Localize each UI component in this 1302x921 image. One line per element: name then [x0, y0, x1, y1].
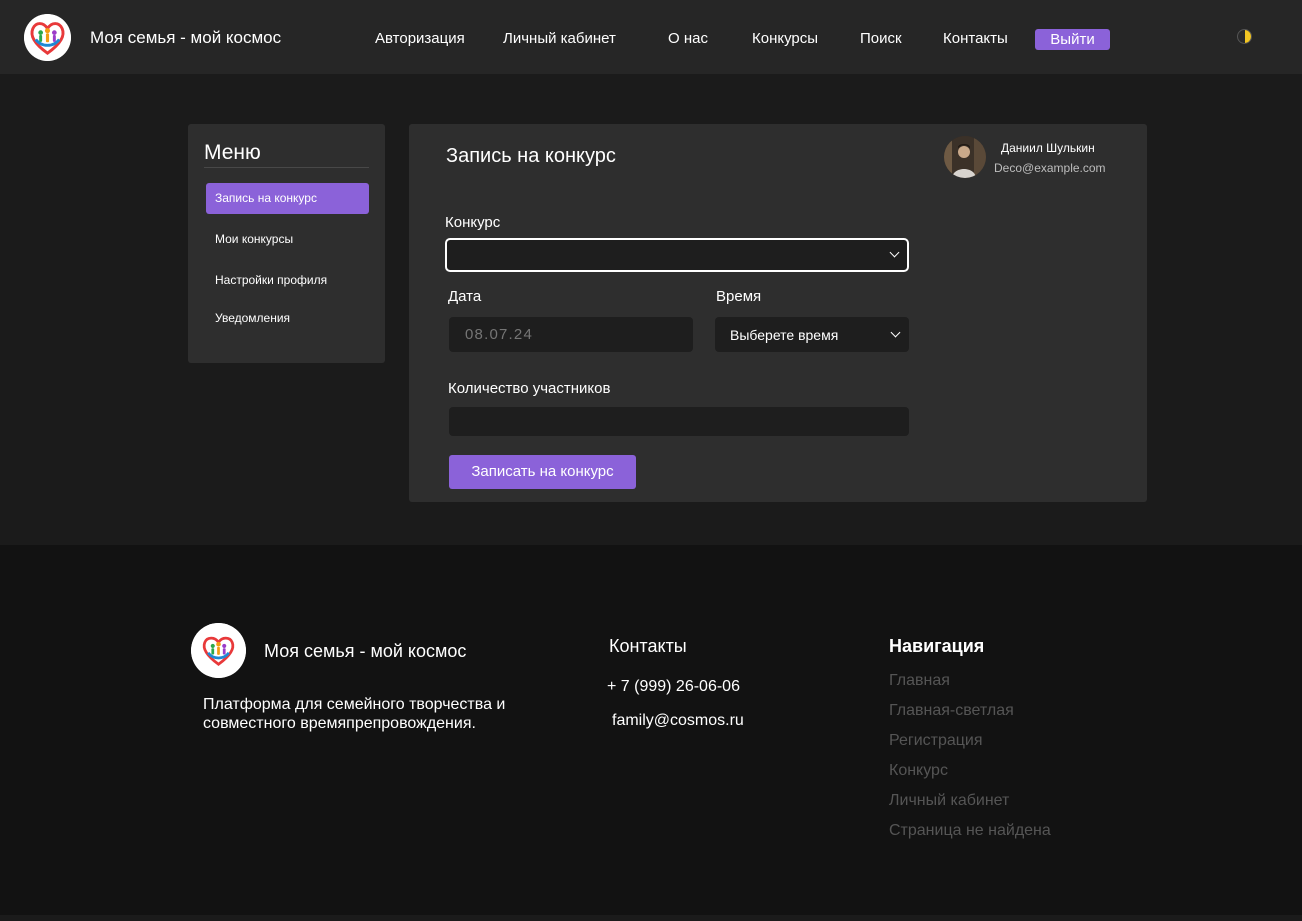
- footer-nav-registration[interactable]: Регистрация: [889, 732, 983, 750]
- nav-link-about[interactable]: О нас: [668, 30, 708, 47]
- sidebar-item-notifications[interactable]: Уведомления: [206, 303, 369, 334]
- footer-nav-cabinet[interactable]: Личный кабинет: [889, 792, 1009, 810]
- logout-button[interactable]: Выйти: [1035, 29, 1110, 50]
- sun-half-icon: [1244, 30, 1251, 43]
- avatar[interactable]: [944, 136, 986, 178]
- date-label: Дата: [448, 288, 482, 305]
- user-email: Deco@example.com: [994, 161, 1106, 175]
- sidebar-item-profile-settings[interactable]: Настройки профиля: [206, 265, 369, 296]
- participants-input[interactable]: [449, 407, 909, 436]
- nav-link-contacts[interactable]: Контакты: [943, 30, 1008, 47]
- submit-signup-button[interactable]: Записать на конкурс: [449, 455, 636, 489]
- chevron-down-icon: [890, 327, 901, 338]
- contest-select[interactable]: [445, 238, 909, 272]
- sidebar-item-my-contests[interactable]: Мои конкурсы: [206, 224, 369, 255]
- menu-divider: [204, 167, 369, 168]
- nav-link-contests[interactable]: Конкурсы: [752, 30, 818, 47]
- footer-description: Платформа для семейного творчества и сов…: [203, 696, 506, 732]
- theme-toggle-icon[interactable]: [1237, 29, 1252, 44]
- footer-nav-home[interactable]: Главная: [889, 672, 950, 690]
- chevron-down-icon: [889, 247, 900, 258]
- page-title: Запись на конкурс: [446, 145, 616, 167]
- date-input[interactable]: [449, 317, 693, 352]
- footer-bottom-strip: [0, 915, 1302, 921]
- menu-title: Меню: [204, 141, 261, 164]
- family-heart-logo-icon[interactable]: [24, 14, 71, 61]
- time-label: Время: [716, 288, 762, 305]
- footer-nav-contest[interactable]: Конкурс: [889, 762, 948, 780]
- footer-nav-home-light[interactable]: Главная-светлая: [889, 702, 1014, 720]
- footer-email[interactable]: family@cosmos.ru: [612, 712, 744, 730]
- footer-phone[interactable]: + 7 (999) 26-06-06: [607, 678, 740, 696]
- nav-link-cabinet[interactable]: Личный кабинет: [503, 30, 616, 47]
- participants-label: Количество участников: [448, 380, 611, 397]
- nav-link-auth[interactable]: Авторизация: [375, 30, 465, 47]
- footer-contacts-heading: Контакты: [609, 636, 687, 656]
- time-select[interactable]: Выберете время: [715, 317, 909, 352]
- site-title[interactable]: Моя семья - мой космос: [90, 28, 281, 48]
- footer-nav-heading: Навигация: [889, 636, 985, 656]
- contest-label: Конкурс: [445, 214, 501, 231]
- contest-signup-form: Запись на конкурс Даниил Шулькин Deco@ex…: [409, 124, 1147, 502]
- footer-nav-not-found[interactable]: Страница не найдена: [889, 822, 1051, 840]
- sidebar-item-contest-signup[interactable]: Запись на конкурс: [206, 183, 369, 214]
- sidebar-menu: Меню Запись на конкурс Мои конкурсы Наст…: [188, 124, 385, 363]
- top-header: Моя семья - мой космос Авторизация Личны…: [0, 0, 1302, 74]
- family-heart-logo-icon[interactable]: [191, 623, 246, 678]
- user-name: Даниил Шулькин: [1001, 141, 1095, 155]
- nav-link-search[interactable]: Поиск: [860, 30, 902, 47]
- footer-site-title: Моя семья - мой космос: [264, 641, 467, 661]
- footer: Моя семья - мой космос Платформа для сем…: [0, 545, 1302, 915]
- time-select-value: Выберете время: [730, 327, 839, 343]
